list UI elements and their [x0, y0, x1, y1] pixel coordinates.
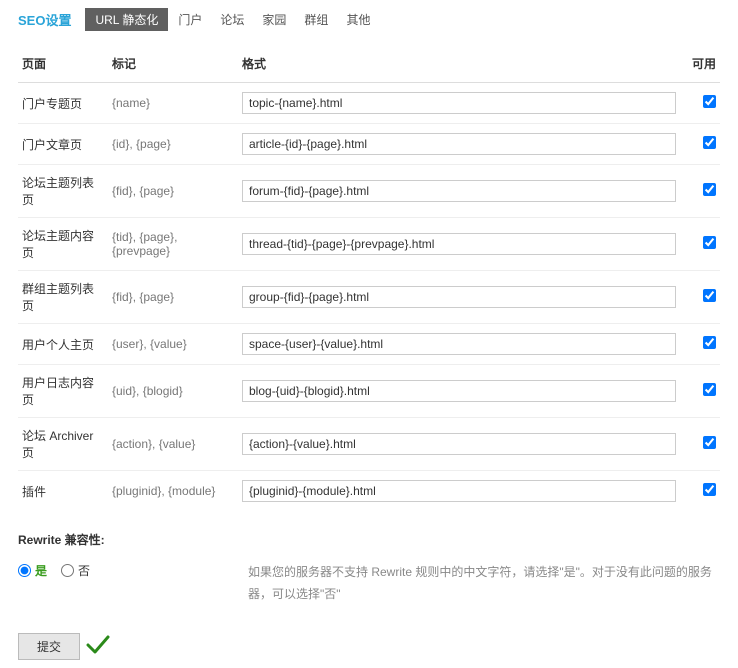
cell-available [680, 218, 720, 271]
tab-5[interactable]: 其他 [338, 8, 378, 31]
cell-tag: {user}, {value} [108, 324, 238, 365]
format-input[interactable] [242, 480, 676, 502]
submit-row: 提交 [18, 633, 720, 660]
cell-format [238, 83, 680, 124]
cell-page: 论坛主题内容页 [18, 218, 108, 271]
cell-tag: {uid}, {blogid} [108, 365, 238, 418]
rewrite-radio-group: 是 否 [18, 562, 228, 579]
table-row: 门户专题页{name} [18, 83, 720, 124]
cell-available [680, 83, 720, 124]
col-header-format: 格式 [238, 49, 680, 83]
cell-available [680, 324, 720, 365]
radio-no[interactable]: 否 [61, 562, 90, 579]
cell-format [238, 271, 680, 324]
table-row: 用户个人主页{user}, {value} [18, 324, 720, 365]
available-checkbox[interactable] [703, 289, 716, 302]
format-input[interactable] [242, 233, 676, 255]
available-checkbox[interactable] [703, 183, 716, 196]
tab-3[interactable]: 家园 [254, 8, 294, 31]
tab-4[interactable]: 群组 [296, 8, 336, 31]
format-input[interactable] [242, 333, 676, 355]
format-input[interactable] [242, 380, 676, 402]
col-header-available: 可用 [680, 49, 720, 83]
format-input[interactable] [242, 286, 676, 308]
rewrite-hint: 如果您的服务器不支持 Rewrite 规则中的中文字符，请选择"是"。对于没有此… [248, 562, 720, 605]
cell-tag: {tid}, {page}, {prevpage} [108, 218, 238, 271]
cell-available [680, 418, 720, 471]
tab-1[interactable]: 门户 [170, 8, 210, 31]
cell-tag: {name} [108, 83, 238, 124]
tab-2[interactable]: 论坛 [212, 8, 252, 31]
cell-format [238, 165, 680, 218]
table-row: 论坛主题列表页{fid}, {page} [18, 165, 720, 218]
cell-available [680, 471, 720, 512]
radio-yes-label: 是 [35, 562, 47, 579]
col-header-tag: 标记 [108, 49, 238, 83]
available-checkbox[interactable] [703, 136, 716, 149]
cell-page: 门户文章页 [18, 124, 108, 165]
cell-format [238, 471, 680, 512]
table-row: 用户日志内容页{uid}, {blogid} [18, 365, 720, 418]
table-row: 插件{pluginid}, {module} [18, 471, 720, 512]
radio-yes[interactable]: 是 [18, 562, 47, 579]
cell-page: 用户个人主页 [18, 324, 108, 365]
available-checkbox[interactable] [703, 483, 716, 496]
cell-format [238, 218, 680, 271]
cell-page: 群组主题列表页 [18, 271, 108, 324]
radio-no-label: 否 [78, 562, 90, 579]
available-checkbox[interactable] [703, 383, 716, 396]
format-input[interactable] [242, 433, 676, 455]
cell-format [238, 324, 680, 365]
cell-format [238, 418, 680, 471]
available-checkbox[interactable] [703, 236, 716, 249]
cell-format [238, 365, 680, 418]
available-checkbox[interactable] [703, 336, 716, 349]
page-header: SEO设置 URL 静态化门户论坛家园群组其他 [18, 8, 720, 31]
cell-tag: {fid}, {page} [108, 271, 238, 324]
table-row: 论坛主题内容页{tid}, {page}, {prevpage} [18, 218, 720, 271]
radio-yes-input[interactable] [18, 564, 31, 577]
cell-tag: {action}, {value} [108, 418, 238, 471]
col-header-page: 页面 [18, 49, 108, 83]
submit-button[interactable]: 提交 [18, 633, 80, 660]
cell-page: 门户专题页 [18, 83, 108, 124]
tab-bar: URL 静态化门户论坛家园群组其他 [85, 8, 378, 31]
cell-page: 论坛 Archiver 页 [18, 418, 108, 471]
page-title: SEO设置 [18, 10, 71, 29]
available-checkbox[interactable] [703, 436, 716, 449]
table-row: 群组主题列表页{fid}, {page} [18, 271, 720, 324]
cell-available [680, 271, 720, 324]
table-row: 门户文章页{id}, {page} [18, 124, 720, 165]
cell-tag: {fid}, {page} [108, 165, 238, 218]
format-input[interactable] [242, 133, 676, 155]
cell-tag: {pluginid}, {module} [108, 471, 238, 512]
check-icon [86, 635, 110, 658]
rewrite-label: Rewrite 兼容性: [18, 531, 720, 548]
format-input[interactable] [242, 180, 676, 202]
format-input[interactable] [242, 92, 676, 114]
cell-format [238, 124, 680, 165]
table-row: 论坛 Archiver 页{action}, {value} [18, 418, 720, 471]
seo-table: 页面 标记 格式 可用 门户专题页{name}门户文章页{id}, {page}… [18, 49, 720, 511]
rewrite-section: Rewrite 兼容性: 是 否 如果您的服务器不支持 Rewrite 规则中的… [18, 531, 720, 605]
tab-0[interactable]: URL 静态化 [85, 8, 168, 31]
cell-available [680, 165, 720, 218]
cell-page: 用户日志内容页 [18, 365, 108, 418]
cell-page: 论坛主题列表页 [18, 165, 108, 218]
cell-available [680, 365, 720, 418]
radio-no-input[interactable] [61, 564, 74, 577]
cell-tag: {id}, {page} [108, 124, 238, 165]
cell-available [680, 124, 720, 165]
cell-page: 插件 [18, 471, 108, 512]
available-checkbox[interactable] [703, 95, 716, 108]
